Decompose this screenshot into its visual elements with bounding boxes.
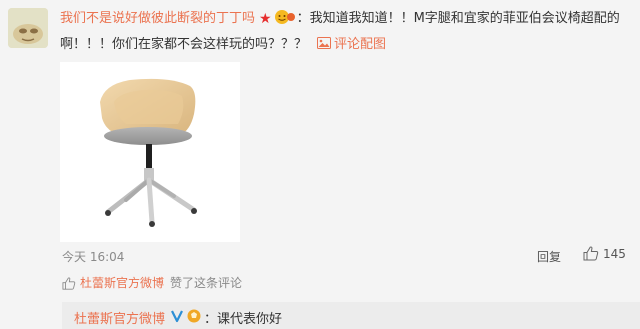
comment-timestamp: 今天 16:04 (62, 250, 125, 264)
reply-box: 杜蕾斯官方微博 ：课代表你好 (62, 302, 640, 329)
comment-body: 我们不是说好做彼此断裂的丁丁吗 ★ ：我知道我知道！！M字腿和宜家的菲亚伯会议椅超配… (60, 6, 626, 58)
comment-picture-link[interactable]: 评论配图 (317, 37, 386, 52)
comment-text-part-2: 啊！！！你们在家都不会这样玩的吗？？？ (60, 37, 308, 52)
picture-icon (317, 33, 332, 49)
comment-text-part-1: ：我知道我知道！！M字腿和宜家的菲亚伯会议椅超配的 (296, 11, 620, 26)
liker-username[interactable]: 杜蕾斯官方微博 (80, 276, 164, 290)
reply-author[interactable]: 杜蕾斯官方微博 (74, 308, 165, 327)
liked-notice-text: 赞了这条评论 (170, 276, 243, 290)
thumbs-up-icon (62, 277, 76, 290)
verified-v-icon (171, 310, 183, 323)
like-button[interactable]: 145 (583, 246, 626, 261)
avatar[interactable] (8, 8, 48, 48)
comment-line-1: 我们不是说好做彼此断裂的丁丁吗 ★ ：我知道我知道！！M字腿和宜家的菲亚伯会议椅超配… (60, 6, 626, 32)
liked-notice: 杜蕾斯官方微博 赞了这条评论 (62, 274, 242, 291)
thumbs-up-icon (583, 246, 599, 261)
gold-medal-icon (187, 309, 201, 323)
reply-text: ：课代表你好 (204, 312, 283, 327)
commenter-username[interactable]: 我们不是说好做彼此断裂的丁丁吗 (60, 11, 255, 26)
reply-button[interactable]: 回复 (537, 248, 561, 265)
comment-line-2: 啊！！！你们在家都不会这样玩的吗？？？ 评论配图 (60, 32, 626, 58)
comment-image[interactable] (60, 62, 240, 242)
chair-illustration (100, 78, 197, 227)
red-star-icon: ★ (259, 11, 272, 27)
fans-badge-icon (274, 9, 296, 25)
picture-link-label: 评论配图 (334, 37, 387, 52)
like-count: 145 (603, 247, 626, 261)
